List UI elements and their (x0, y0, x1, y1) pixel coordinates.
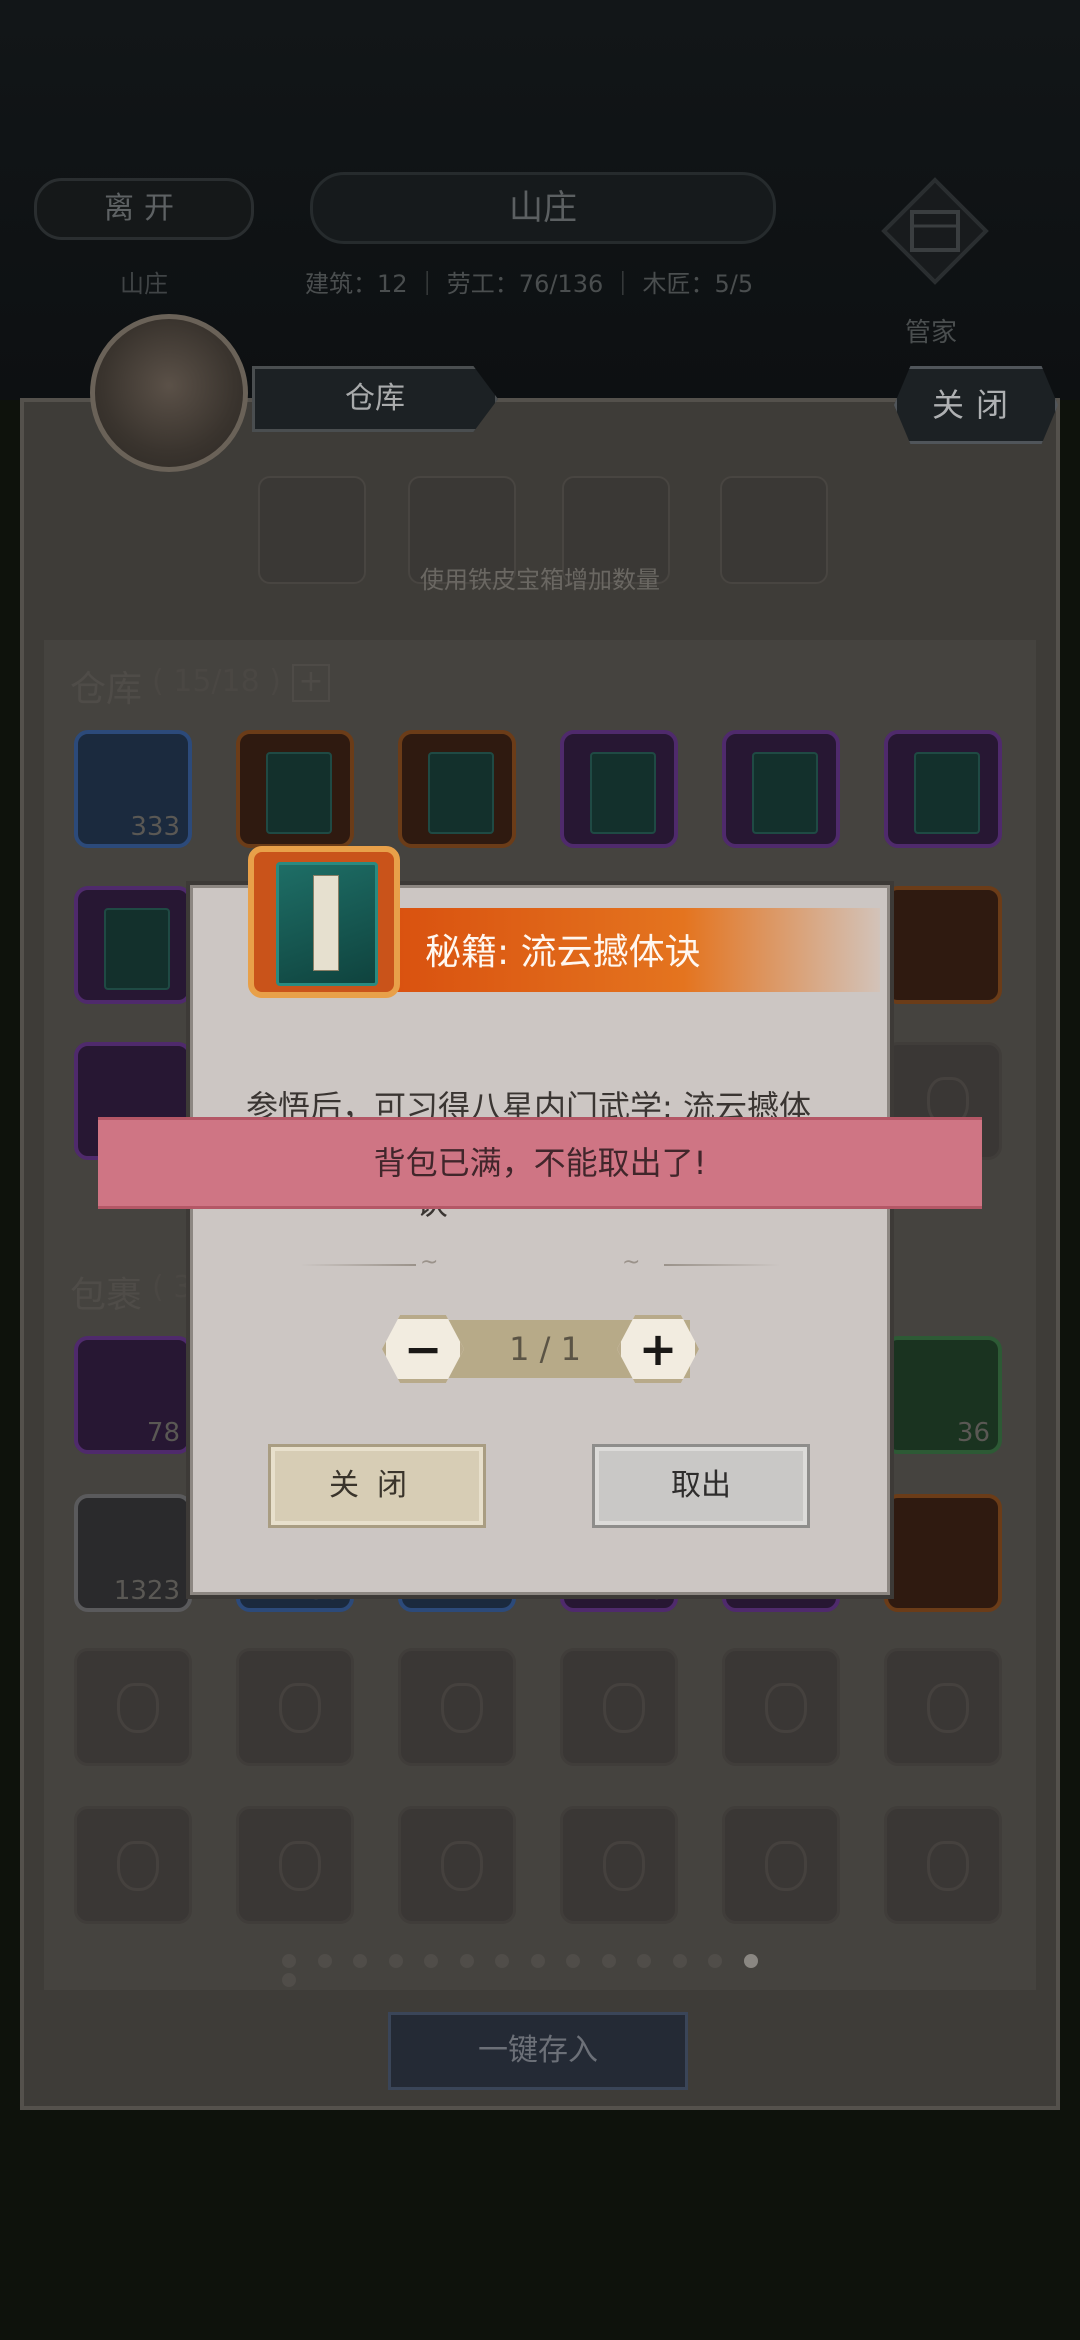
page-dot[interactable] (353, 1954, 367, 1968)
page-dot[interactable] (566, 1954, 580, 1968)
ornament-icon: ~ (420, 1250, 439, 1275)
empty-slot[interactable] (722, 1648, 840, 1766)
expand-storage-button[interactable]: + (292, 664, 330, 702)
inventory-slot[interactable] (884, 886, 1002, 1004)
inventory-slot[interactable] (74, 886, 192, 1004)
empty-slot[interactable] (74, 1806, 192, 1924)
storage-count: ( 15/18 ) (152, 664, 281, 699)
empty-slot[interactable] (398, 1648, 516, 1766)
empty-slot[interactable] (74, 1648, 192, 1766)
storage-title: 仓库 (70, 669, 143, 710)
take-out-button[interactable]: 取出 (592, 1444, 810, 1528)
iron-chest-icon[interactable] (258, 476, 366, 584)
inventory-slot[interactable]: 1323 (74, 1494, 192, 1612)
bag-icon (441, 1683, 483, 1733)
page-dot[interactable] (424, 1954, 438, 1968)
book-icon (752, 752, 818, 834)
page-dot[interactable] (672, 1954, 687, 1968)
package-count: ( 3 (152, 1270, 193, 1305)
iron-chest-icon[interactable] (720, 476, 828, 584)
location-subtitle: 山庄 (120, 270, 168, 298)
divider-left (300, 1264, 416, 1266)
bag-icon (603, 1683, 645, 1733)
page-dot[interactable] (637, 1954, 651, 1968)
page-dot[interactable] (459, 1954, 474, 1968)
empty-slot[interactable] (560, 1806, 678, 1924)
empty-slot[interactable] (884, 1648, 1002, 1766)
page-dot[interactable] (282, 1954, 296, 1968)
ornament-icon: ~ (622, 1250, 641, 1275)
page-dot[interactable] (317, 1954, 332, 1968)
inventory-slot[interactable]: 36 (884, 1336, 1002, 1454)
page-dot[interactable] (743, 1954, 758, 1968)
page-indicator[interactable] (282, 1953, 802, 1987)
empty-slot[interactable] (722, 1806, 840, 1924)
book-icon (104, 908, 170, 990)
bag-icon (117, 1841, 159, 1891)
book-icon (590, 752, 656, 834)
leave-button[interactable]: 离开 (34, 178, 254, 240)
item-count: 1323 (113, 1576, 180, 1606)
empty-slot[interactable] (560, 1648, 678, 1766)
page-dot[interactable] (282, 1973, 296, 1987)
inventory-slot[interactable] (722, 730, 840, 848)
secret-book-icon (276, 862, 378, 986)
page-dot[interactable] (530, 1954, 545, 1968)
divider-right (664, 1264, 780, 1266)
location-title: 山庄 (310, 172, 776, 244)
empty-slot[interactable] (884, 1806, 1002, 1924)
empty-slot[interactable] (236, 1806, 354, 1924)
inventory-slot[interactable]: 78 (74, 1336, 192, 1454)
page-dot[interactable] (495, 1954, 509, 1968)
package-title: 包裹 (70, 1275, 143, 1316)
bag-icon (603, 1841, 645, 1891)
empty-slot[interactable] (236, 1648, 354, 1766)
inventory-slot[interactable] (560, 730, 678, 848)
item-count: 78 (146, 1418, 180, 1448)
book-icon (428, 752, 494, 834)
estate-stats: 建筑：12 ｜ 劳工：76/136 ｜ 木匠：5/5 (305, 270, 754, 298)
bag-icon (441, 1841, 483, 1891)
inventory-slot[interactable] (398, 730, 516, 848)
bag-icon (765, 1683, 807, 1733)
bag-icon (927, 1841, 969, 1891)
inventory-slot[interactable] (236, 730, 354, 848)
inventory-slot[interactable] (884, 1494, 1002, 1612)
page-dot[interactable] (708, 1954, 722, 1968)
book-icon (266, 752, 332, 834)
page-dot[interactable] (601, 1954, 616, 1968)
inventory-slot[interactable] (884, 730, 1002, 848)
bag-icon (765, 1841, 807, 1891)
bag-icon (117, 1683, 159, 1733)
panel-close-button[interactable]: 关闭 (894, 366, 1058, 444)
butler-label: 管家 (905, 318, 958, 348)
inventory-slot[interactable]: 333 (74, 730, 192, 848)
item-count: 333 (130, 812, 180, 842)
bag-icon (927, 1683, 969, 1733)
empty-slot[interactable] (398, 1806, 516, 1924)
warehouse-building-icon (90, 314, 248, 472)
bag-icon (279, 1841, 321, 1891)
item-count: 36 (956, 1418, 990, 1448)
dialog-close-button[interactable]: 关闭 (268, 1444, 486, 1528)
butler-icon[interactable] (880, 176, 990, 286)
page-dot[interactable] (388, 1954, 403, 1968)
book-icon (914, 752, 980, 834)
bag-icon (279, 1683, 321, 1733)
bag-full-toast: 背包已满，不能取出了! (98, 1117, 982, 1209)
chest-hint: 使用铁皮宝箱增加数量 (420, 566, 660, 594)
deposit-all-button[interactable]: 一键存入 (388, 2012, 688, 2090)
warehouse-tab[interactable]: 仓库 (252, 366, 498, 432)
item-name: 秘籍: 流云撼体诀 (425, 932, 701, 973)
